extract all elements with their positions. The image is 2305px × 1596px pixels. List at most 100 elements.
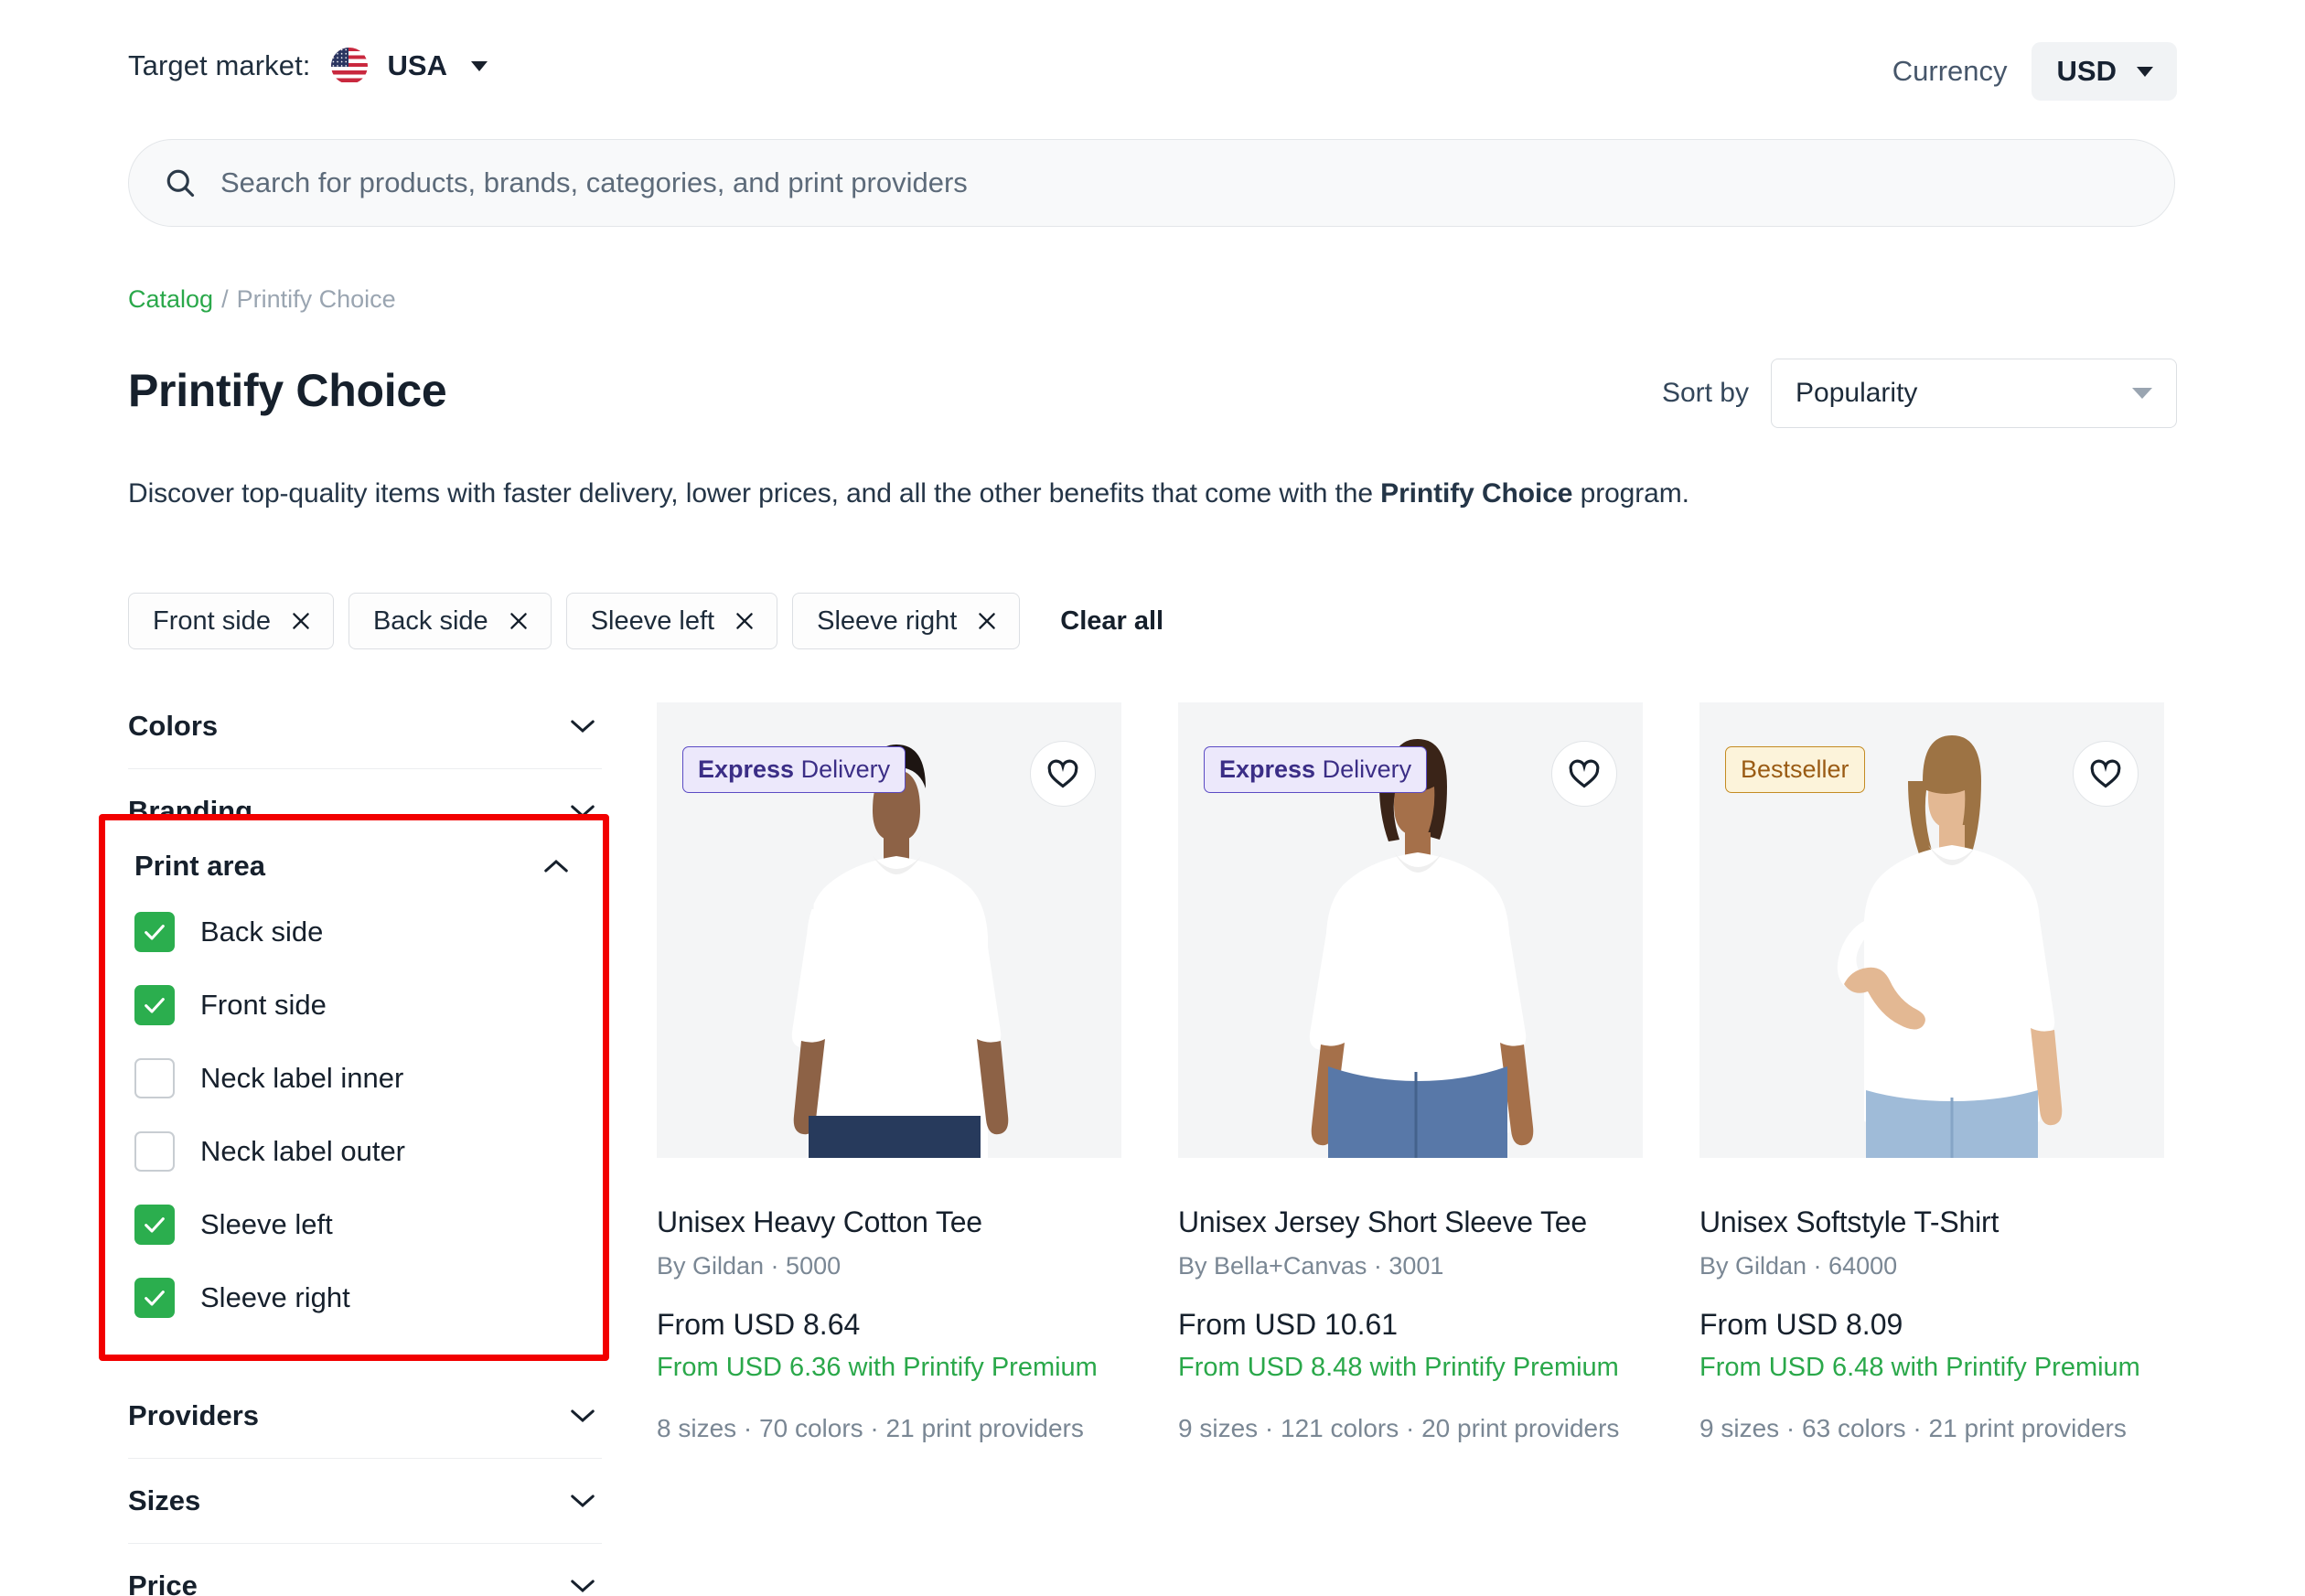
clear-all-button[interactable]: Clear all bbox=[1060, 606, 1163, 637]
filter-chip[interactable]: Front side bbox=[128, 593, 334, 649]
filter-chip-label: Sleeve right bbox=[817, 606, 957, 637]
checkbox-label: Neck label outer bbox=[200, 1135, 405, 1168]
print-area-option-back-side[interactable]: Back side bbox=[134, 895, 574, 969]
usa-flag-icon bbox=[331, 48, 368, 84]
search-icon bbox=[164, 166, 197, 199]
product-brand: By Gildan · 5000 bbox=[657, 1252, 1121, 1280]
sidebar-facet-providers[interactable]: Providers bbox=[128, 1374, 602, 1459]
sidebar-facet-colors[interactable]: Colors bbox=[128, 684, 602, 769]
checkbox-checked-icon[interactable] bbox=[134, 985, 175, 1025]
badge-text: Delivery bbox=[794, 755, 890, 783]
page-title: Printify Choice bbox=[128, 364, 446, 417]
filter-chip[interactable]: Back side bbox=[348, 593, 552, 649]
breadcrumb-current: Printify Choice bbox=[237, 285, 396, 314]
description-part-2: program. bbox=[1572, 478, 1689, 509]
express-delivery-badge: Express Delivery bbox=[682, 746, 906, 793]
product-card[interactable]: Express Delivery Unisex Jersey Short Sle… bbox=[1178, 702, 1643, 1445]
target-market-selector[interactable]: Target market: USA bbox=[128, 48, 488, 84]
checkbox-unchecked-icon[interactable] bbox=[134, 1058, 175, 1098]
top-bar: Target market: USA Currency USD bbox=[0, 0, 2305, 119]
product-price: From USD 10.61 bbox=[1178, 1308, 1643, 1342]
sort-by-select[interactable]: Popularity bbox=[1771, 359, 2177, 428]
currency-label: Currency bbox=[1892, 55, 2008, 88]
checkbox-label: Front side bbox=[200, 989, 327, 1022]
currency-selector-group: Currency USD bbox=[1892, 42, 2177, 101]
product-image[interactable]: Express Delivery bbox=[1178, 702, 1643, 1158]
product-premium-price: From USD 8.48 with Printify Premium bbox=[1178, 1350, 1643, 1386]
close-icon[interactable] bbox=[975, 609, 999, 633]
product-brand: By Bella+Canvas · 3001 bbox=[1178, 1252, 1643, 1280]
currency-selector[interactable]: USD bbox=[2032, 42, 2177, 101]
sort-by-value: Popularity bbox=[1796, 378, 1917, 409]
checkbox-label: Neck label inner bbox=[200, 1062, 403, 1095]
bestseller-badge: Bestseller bbox=[1725, 746, 1865, 793]
checkbox-checked-icon[interactable] bbox=[134, 912, 175, 952]
product-meta: 9 sizes · 121 colors · 20 print provider… bbox=[1178, 1411, 1643, 1445]
filter-chip-label: Back side bbox=[373, 606, 488, 637]
print-area-option-neck-label-outer[interactable]: Neck label outer bbox=[134, 1115, 574, 1188]
product-image[interactable]: Bestseller bbox=[1699, 702, 2164, 1158]
product-brand: By Gildan · 64000 bbox=[1699, 1252, 2164, 1280]
print-area-option-sleeve-right[interactable]: Sleeve right bbox=[134, 1261, 574, 1334]
breadcrumb-separator: / bbox=[221, 285, 229, 314]
product-image[interactable]: Express Delivery bbox=[657, 702, 1121, 1158]
description-bold: Printify Choice bbox=[1380, 478, 1572, 509]
favorite-button[interactable] bbox=[2073, 741, 2139, 807]
product-title: Unisex Jersey Short Sleeve Tee bbox=[1178, 1204, 1643, 1241]
currency-value: USD bbox=[2057, 55, 2117, 88]
breadcrumb: Catalog / Printify Choice bbox=[128, 285, 396, 314]
badge-text: Delivery bbox=[1315, 755, 1411, 783]
chevron-down-icon bbox=[569, 718, 596, 734]
catalog-page: Target market: USA Currency USD Search f… bbox=[0, 0, 2305, 1596]
checkbox-checked-icon[interactable] bbox=[134, 1205, 175, 1245]
product-grid: Express Delivery Unisex Heavy Cotton Tee… bbox=[657, 702, 2164, 1445]
search-bar[interactable]: Search for products, brands, categories,… bbox=[128, 139, 2175, 227]
sidebar-facet-sizes[interactable]: Sizes bbox=[128, 1459, 602, 1544]
express-delivery-badge: Express Delivery bbox=[1204, 746, 1427, 793]
sidebar-facet-price[interactable]: Price bbox=[128, 1544, 602, 1596]
facet-label: Price bbox=[128, 1569, 198, 1596]
product-card[interactable]: Express Delivery Unisex Heavy Cotton Tee… bbox=[657, 702, 1121, 1445]
target-market-value: USA bbox=[388, 49, 447, 82]
chevron-down-icon bbox=[2137, 67, 2153, 77]
filter-chip-label: Sleeve left bbox=[591, 606, 714, 637]
print-area-option-neck-label-inner[interactable]: Neck label inner bbox=[134, 1042, 574, 1115]
page-description: Discover top-quality items with faster d… bbox=[128, 478, 1689, 509]
chevron-down-icon bbox=[569, 1578, 596, 1594]
checkbox-label: Sleeve left bbox=[200, 1208, 333, 1241]
checkbox-label: Back side bbox=[200, 916, 323, 948]
product-premium-price: From USD 6.36 with Printify Premium bbox=[657, 1350, 1121, 1386]
badge-bold-text: Express bbox=[1219, 755, 1315, 783]
product-title: Unisex Heavy Cotton Tee bbox=[657, 1204, 1121, 1241]
product-title: Unisex Softstyle T-Shirt bbox=[1699, 1204, 2164, 1241]
checkbox-checked-icon[interactable] bbox=[134, 1278, 175, 1318]
close-icon[interactable] bbox=[733, 609, 756, 633]
checkbox-unchecked-icon[interactable] bbox=[134, 1131, 175, 1172]
heart-icon bbox=[1567, 756, 1602, 791]
chevron-down-icon bbox=[569, 1408, 596, 1424]
product-price: From USD 8.64 bbox=[657, 1308, 1121, 1342]
target-market-label: Target market: bbox=[128, 49, 311, 82]
print-area-option-sleeve-left[interactable]: Sleeve left bbox=[134, 1188, 574, 1261]
favorite-button[interactable] bbox=[1030, 741, 1096, 807]
sidebar-facet-print-area[interactable]: Print area bbox=[134, 830, 574, 895]
chevron-down-icon bbox=[471, 61, 488, 71]
filter-chip-label: Front side bbox=[153, 606, 271, 637]
chevron-down-icon bbox=[569, 1493, 596, 1509]
product-card[interactable]: Bestseller Unisex Softstyle T-Shirt By G… bbox=[1699, 702, 2164, 1445]
favorite-button[interactable] bbox=[1551, 741, 1617, 807]
product-meta: 8 sizes · 70 colors · 21 print providers bbox=[657, 1411, 1121, 1445]
badge-text: Bestseller bbox=[1741, 755, 1849, 783]
print-area-option-front-side[interactable]: Front side bbox=[134, 969, 574, 1042]
chevron-down-icon bbox=[2132, 388, 2152, 399]
product-price: From USD 8.09 bbox=[1699, 1308, 2164, 1342]
search-input[interactable]: Search for products, brands, categories,… bbox=[220, 166, 968, 199]
close-icon[interactable] bbox=[289, 609, 313, 633]
breadcrumb-catalog-link[interactable]: Catalog bbox=[128, 285, 213, 314]
checkbox-label: Sleeve right bbox=[200, 1281, 350, 1314]
description-part-1: Discover top-quality items with faster d… bbox=[128, 478, 1380, 509]
heart-icon bbox=[1045, 756, 1080, 791]
filter-chip[interactable]: Sleeve left bbox=[566, 593, 777, 649]
filter-chip[interactable]: Sleeve right bbox=[792, 593, 1020, 649]
close-icon[interactable] bbox=[507, 609, 531, 633]
